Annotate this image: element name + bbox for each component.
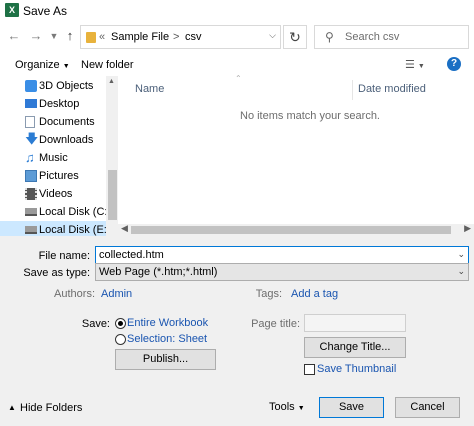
sidebar-scroll-thumb[interactable] (108, 170, 117, 220)
new-folder-button[interactable]: New folder (81, 59, 134, 71)
navigation-bar: ← → ▼ ↑ « Sample File > csv ⌵ ↻ ⚲ Search… (0, 22, 474, 52)
publish-button[interactable]: Publish... (115, 349, 216, 370)
navigation-pane: 3D Objects Desktop Documents 🡇 Downloads… (0, 76, 118, 236)
search-input[interactable]: Search csv (345, 31, 399, 43)
desktop-icon (25, 99, 37, 108)
entire-workbook-radio[interactable] (115, 318, 126, 329)
tags-label: Tags: (255, 288, 282, 300)
column-divider[interactable] (352, 80, 353, 100)
column-header-date-modified[interactable]: Date modified (358, 83, 426, 95)
chevron-down-icon[interactable]: ⌄ (457, 249, 465, 260)
organize-button[interactable]: Organize ▼ (15, 59, 70, 71)
view-options-icon[interactable]: ☰ ▼ (405, 58, 425, 71)
title-bar: X Save As (0, 0, 474, 22)
selection-sheet-label[interactable]: Selection: Sheet (127, 333, 207, 345)
folder-icon (86, 32, 96, 43)
save-as-type-value: Web Page (*.htm;*.html) (99, 266, 218, 278)
empty-message: No items match your search. (240, 110, 380, 122)
page-title-label: Page title: (251, 318, 300, 330)
save-thumbnail-checkbox[interactable] (304, 364, 315, 375)
caret-down-icon: ▼ (62, 63, 70, 70)
save-options-panel: File name: collected.htm ⌄ Save as type:… (0, 236, 474, 426)
drive-icon (25, 208, 37, 216)
tools-label: Tools (269, 401, 295, 413)
documents-icon (25, 116, 35, 128)
sidebar-item-label: Documents (39, 116, 95, 128)
scroll-left-icon[interactable]: ◀ (121, 223, 128, 234)
music-icon: ♫ (25, 150, 35, 165)
sidebar-item-label: Local Disk (E:) (39, 224, 111, 236)
up-arrow-icon[interactable]: ↑ (62, 28, 78, 44)
file-name-value: collected.htm (99, 249, 164, 261)
address-bar[interactable]: « Sample File > csv ⌵ (80, 25, 281, 49)
sidebar-item-desktop[interactable]: Desktop (0, 95, 106, 113)
command-bar: Organize ▼ New folder ☰ ▼ ? (0, 54, 474, 76)
drive-icon (25, 226, 37, 234)
search-box[interactable]: ⚲ Search csv (314, 25, 469, 49)
file-name-field[interactable]: collected.htm ⌄ (95, 246, 469, 264)
cancel-button[interactable]: Cancel (395, 397, 460, 418)
file-list: ⌃ Name Date modified No items match your… (118, 74, 474, 224)
sidebar-item-local-disk-e[interactable]: Local Disk (E:) (0, 221, 111, 236)
sidebar-item-downloads[interactable]: 🡇 Downloads (0, 131, 106, 149)
tools-button[interactable]: Tools ▼ (269, 401, 305, 413)
3d-objects-icon (25, 80, 37, 92)
sidebar-item-3d-objects[interactable]: 3D Objects (0, 77, 106, 95)
chevron-down-icon[interactable]: ⌄ (457, 266, 465, 277)
sort-indicator-icon: ⌃ (235, 74, 242, 83)
sidebar-item-music[interactable]: ♫ Music (0, 149, 106, 167)
window-title: Save As (23, 4, 68, 18)
page-title-field (304, 314, 406, 332)
downloads-icon: 🡇 (25, 131, 39, 146)
sidebar-item-documents[interactable]: Documents (0, 113, 106, 131)
caret-down-icon: ▼ (297, 405, 305, 412)
sidebar-item-local-disk-c[interactable]: Local Disk (C:) (0, 203, 111, 221)
authors-label: Authors: (54, 288, 95, 300)
entire-workbook-label[interactable]: Entire Workbook (127, 317, 208, 329)
add-tag-link[interactable]: Add a tag (291, 288, 338, 300)
change-title-button[interactable]: Change Title... (304, 337, 406, 358)
breadcrumb-overflow[interactable]: « (99, 31, 105, 43)
excel-icon: X (5, 3, 19, 17)
file-list-hscrollbar[interactable]: ◀ ▶ (118, 223, 474, 236)
column-header-name[interactable]: Name (135, 83, 164, 95)
sidebar-item-pictures[interactable]: Pictures (0, 167, 106, 185)
search-icon: ⚲ (325, 30, 334, 44)
save-button[interactable]: Save (319, 397, 384, 418)
help-icon[interactable]: ? (447, 57, 461, 71)
file-name-label: File name: (38, 250, 90, 262)
hscroll-thumb[interactable] (131, 226, 451, 234)
recent-dropdown-icon[interactable]: ▼ (46, 28, 62, 44)
breadcrumb-separator: > (173, 31, 180, 43)
authors-link[interactable]: Admin (101, 288, 132, 300)
save-as-type-select[interactable]: Web Page (*.htm;*.html) ⌄ (95, 263, 469, 281)
sidebar-item-label: Music (39, 152, 68, 164)
back-arrow-icon[interactable]: ← (6, 28, 22, 44)
pictures-icon (25, 170, 37, 182)
save-scope-label: Save: (81, 318, 110, 330)
chevron-down-icon[interactable]: ⌵ (269, 30, 276, 41)
selection-sheet-radio[interactable] (115, 334, 126, 345)
sidebar-item-videos[interactable]: Videos (0, 185, 106, 203)
refresh-icon: ↻ (289, 29, 301, 45)
sidebar-item-label: Desktop (39, 98, 80, 110)
sidebar-item-label: Videos (39, 188, 73, 200)
forward-arrow-icon[interactable]: → (28, 28, 44, 44)
collapse-icon[interactable]: ▲ (8, 403, 16, 412)
sidebar-item-label: Pictures (39, 170, 79, 182)
breadcrumb-csv[interactable]: csv (185, 31, 202, 43)
scroll-up-icon[interactable]: ▲ (108, 78, 115, 85)
scroll-right-icon[interactable]: ▶ (464, 223, 471, 234)
refresh-button[interactable]: ↻ (283, 25, 307, 49)
sidebar-item-label: 3D Objects (39, 80, 94, 92)
organize-label: Organize (15, 59, 60, 71)
breadcrumb-sample-file[interactable]: Sample File (111, 31, 169, 43)
save-as-type-label: Save as type: (23, 267, 90, 279)
sidebar-item-label: Local Disk (C:) (39, 206, 112, 218)
sidebar-item-label: Downloads (39, 134, 94, 146)
save-thumbnail-label[interactable]: Save Thumbnail (317, 363, 396, 375)
hide-folders-button[interactable]: Hide Folders (20, 402, 82, 414)
videos-icon (25, 188, 37, 200)
